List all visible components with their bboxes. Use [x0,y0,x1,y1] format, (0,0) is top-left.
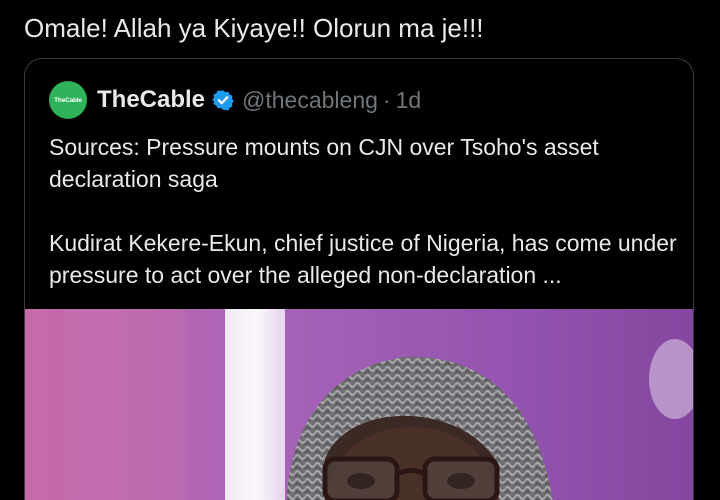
quoted-post-header: TheCable TheCable @thecableng · 1d [49,81,421,119]
author-handle[interactable]: @thecableng [242,87,378,114]
quoted-post-body: Sources: Pressure mounts on CJN over Tso… [49,131,679,291]
verified-badge-icon [212,89,234,111]
post-text: Omale! Allah ya Kiyaye!! Olorun ma je!!! [24,13,484,43]
separator-dot: · [382,86,391,113]
quoted-post-card[interactable]: TheCable TheCable @thecableng · 1d Sourc… [24,58,694,500]
post-age[interactable]: 1d [396,87,422,114]
author-display-name[interactable]: TheCable [97,86,205,114]
quoted-post-image[interactable] [25,309,693,500]
quoted-post-summary: Kudirat Kekere-Ekun, chief justice of Ni… [49,230,677,288]
avatar-logo-text: TheCable [54,96,82,104]
avatar[interactable]: TheCable [49,81,87,119]
quoted-post-headline: Sources: Pressure mounts on CJN over Tso… [49,134,599,192]
